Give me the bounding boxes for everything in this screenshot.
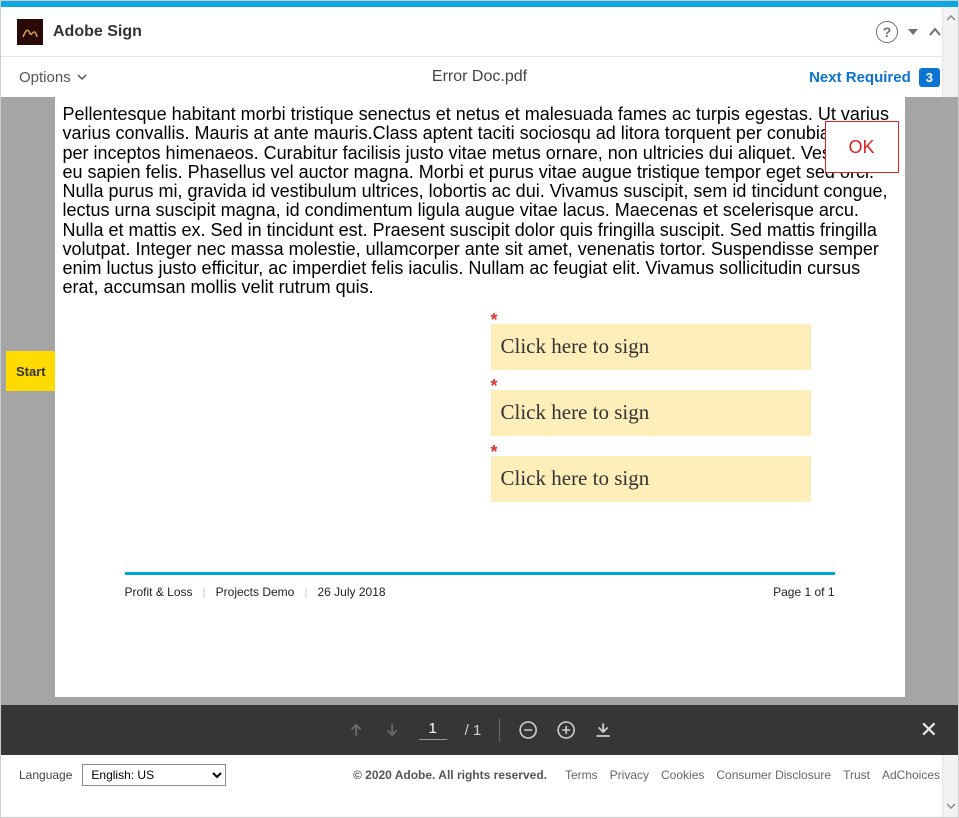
- signature-placeholder[interactable]: Click here to sign: [491, 456, 811, 502]
- close-controls-icon[interactable]: ✕: [920, 717, 938, 743]
- start-tag-label: Start: [16, 364, 46, 379]
- footer-page-label: Page 1 of 1: [773, 585, 834, 599]
- options-label: Options: [19, 69, 71, 86]
- toolbar: Options Error Doc.pdf Next Required 3: [1, 57, 958, 97]
- chevron-up-icon[interactable]: [946, 13, 956, 23]
- next-required-count-badge: 3: [919, 68, 940, 87]
- footer-link-trust[interactable]: Trust: [843, 768, 870, 782]
- page-up-icon[interactable]: [347, 721, 365, 739]
- start-tag[interactable]: Start: [6, 351, 56, 391]
- chevron-down-icon[interactable]: [946, 801, 956, 811]
- signature-placeholder[interactable]: Click here to sign: [491, 390, 811, 436]
- page-total-label: / 1: [465, 722, 482, 739]
- page-footer: Profit & Loss | Projects Demo | 26 July …: [55, 575, 905, 609]
- required-star-icon: *: [491, 310, 498, 331]
- options-dropdown[interactable]: Options: [19, 69, 87, 86]
- language-label: Language: [19, 768, 72, 782]
- zoom-in-icon[interactable]: [556, 720, 576, 740]
- required-star-icon: *: [491, 442, 498, 463]
- ok-button[interactable]: OK: [825, 121, 899, 173]
- language-select[interactable]: English: US: [82, 764, 226, 786]
- adobe-sign-logo-icon: [17, 19, 43, 45]
- page-down-icon[interactable]: [383, 721, 401, 739]
- app-footer: Language English: US © 2020 Adobe. All r…: [1, 755, 958, 795]
- next-required-button[interactable]: Next Required 3: [809, 68, 940, 87]
- required-star-icon: *: [491, 376, 498, 397]
- document-title: Error Doc.pdf: [432, 68, 527, 86]
- next-required-label: Next Required: [809, 69, 911, 86]
- page-number-input[interactable]: [419, 720, 447, 740]
- pdf-page: Pellentesque habitant morbi tristique se…: [55, 97, 905, 697]
- brand: Adobe Sign: [17, 19, 142, 45]
- document-body-text: Pellentesque habitant morbi tristique se…: [55, 105, 905, 298]
- signature-field[interactable]: * Click here to sign: [491, 324, 905, 370]
- chevron-up-icon[interactable]: [928, 25, 942, 39]
- download-icon[interactable]: [594, 721, 612, 739]
- copyright-text: © 2020 Adobe. All rights reserved.: [353, 768, 547, 782]
- divider: [499, 718, 500, 742]
- footer-link-adchoices[interactable]: AdChoices: [882, 768, 940, 782]
- app-header: Adobe Sign ?: [1, 7, 958, 57]
- app-name: Adobe Sign: [53, 23, 142, 41]
- signature-placeholder[interactable]: Click here to sign: [491, 324, 811, 370]
- separator-icon: |: [203, 585, 206, 599]
- ok-label: OK: [848, 137, 874, 158]
- header-menu-dropdown-icon[interactable]: [908, 29, 918, 35]
- footer-link-privacy[interactable]: Privacy: [610, 768, 649, 782]
- footer-project: Projects Demo: [216, 585, 295, 599]
- signature-field[interactable]: * Click here to sign: [491, 456, 905, 502]
- document-viewport: Start Pellentesque habitant morbi tristi…: [1, 97, 958, 705]
- separator-icon: |: [304, 585, 307, 599]
- page-total-value: 1: [473, 722, 481, 739]
- footer-date: 26 July 2018: [317, 585, 385, 599]
- footer-link-cookies[interactable]: Cookies: [661, 768, 704, 782]
- zoom-out-icon[interactable]: [518, 720, 538, 740]
- footer-link-consumer-disclosure[interactable]: Consumer Disclosure: [716, 768, 831, 782]
- pdf-controls-bar: / 1 ✕: [1, 705, 958, 755]
- help-icon[interactable]: ?: [876, 21, 898, 43]
- signature-field[interactable]: * Click here to sign: [491, 390, 905, 436]
- footer-link-terms[interactable]: Terms: [565, 768, 598, 782]
- footer-section: Profit & Loss: [125, 585, 193, 599]
- chevron-down-icon: [77, 72, 87, 82]
